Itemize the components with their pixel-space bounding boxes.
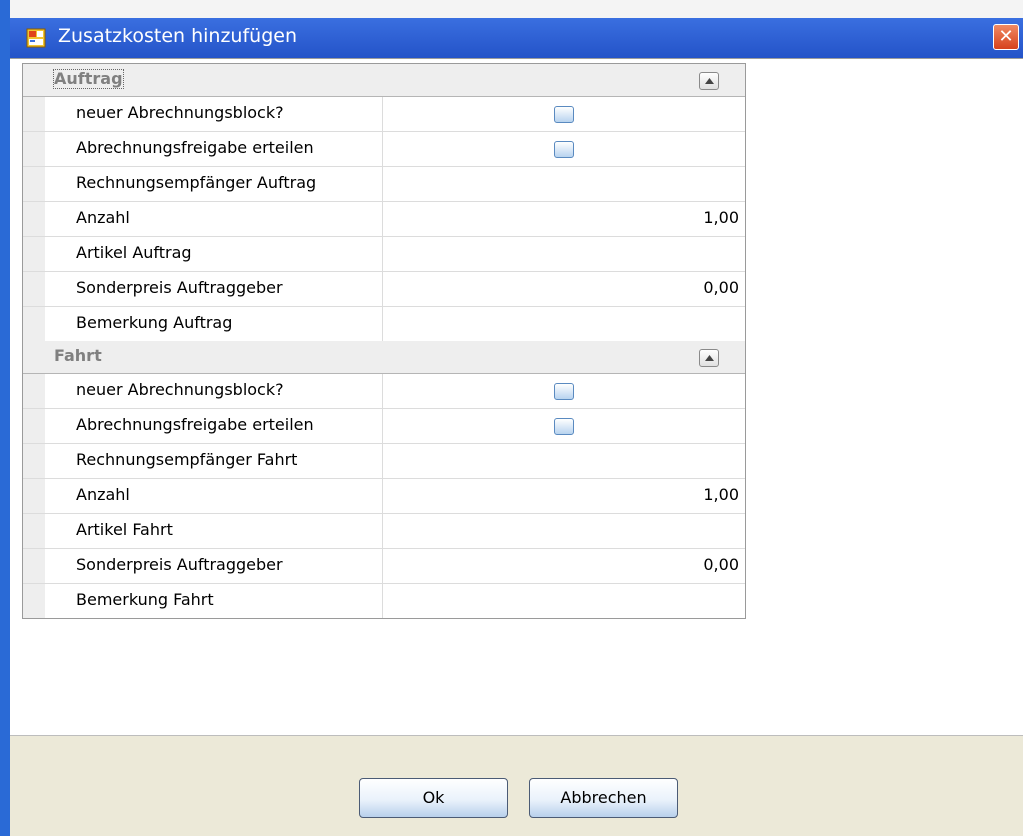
property-name: neuer Abrechnungsblock? (45, 374, 383, 408)
property-name: Rechnungsempfänger Fahrt (45, 444, 383, 478)
row-indent (23, 237, 45, 271)
property-value[interactable]: 0,00 (383, 549, 745, 583)
property-row[interactable]: Rechnungsempfänger Auftrag (23, 167, 745, 202)
checkbox[interactable] (554, 106, 574, 123)
dialog-content: Auftrag neuer Abrechnungsblock? Abrechnung… (10, 58, 1023, 736)
dialog-window: Zusatzkosten hinzufügen ✕ Auftrag neuer A… (10, 0, 1023, 836)
row-indent (23, 272, 45, 306)
property-value[interactable] (383, 514, 745, 548)
chevron-up-icon (705, 78, 714, 84)
property-value[interactable] (383, 584, 745, 618)
property-name: Abrechnungsfreigabe erteilen (45, 409, 383, 443)
property-name: Anzahl (45, 202, 383, 236)
property-row[interactable]: Abrechnungsfreigabe erteilen (23, 132, 745, 167)
background-window-strip (10, 0, 1023, 19)
row-indent (23, 444, 45, 478)
property-value[interactable]: 0,00 (383, 272, 745, 306)
row-indent (23, 584, 45, 618)
property-value[interactable] (383, 409, 745, 443)
property-name: neuer Abrechnungsblock? (45, 97, 383, 131)
row-indent (23, 202, 45, 236)
collapse-button[interactable] (699, 72, 719, 90)
property-name: Bemerkung Fahrt (45, 584, 383, 618)
property-row[interactable]: Sonderpreis Auftraggeber 0,00 (23, 549, 745, 584)
row-indent (23, 307, 45, 341)
row-indent (23, 97, 45, 131)
property-row[interactable]: neuer Abrechnungsblock? (23, 97, 745, 132)
property-value[interactable]: 1,00 (383, 202, 745, 236)
category-header-fahrt[interactable]: Fahrt (23, 341, 745, 374)
collapse-button[interactable] (699, 349, 719, 367)
dialog-footer: Ok Abbrechen (10, 736, 1023, 836)
title-bar[interactable]: Zusatzkosten hinzufügen ✕ (10, 18, 1023, 58)
property-value[interactable] (383, 97, 745, 131)
row-indent (23, 514, 45, 548)
property-row[interactable]: Anzahl 1,00 (23, 479, 745, 514)
row-indent (23, 549, 45, 583)
cancel-button[interactable]: Abbrechen (529, 778, 678, 818)
row-indent (23, 167, 45, 201)
property-name: Sonderpreis Auftraggeber (45, 272, 383, 306)
property-row[interactable]: Sonderpreis Auftraggeber 0,00 (23, 272, 745, 307)
ok-button[interactable]: Ok (359, 778, 508, 818)
row-indent (23, 132, 45, 166)
property-name: Sonderpreis Auftraggeber (45, 549, 383, 583)
property-name: Anzahl (45, 479, 383, 513)
category-label: Auftrag (53, 69, 124, 89)
close-button[interactable]: ✕ (993, 24, 1019, 50)
property-name: Abrechnungsfreigabe erteilen (45, 132, 383, 166)
property-row[interactable]: Artikel Auftrag (23, 237, 745, 272)
row-indent (23, 374, 45, 408)
row-indent (23, 409, 45, 443)
property-row[interactable]: Rechnungsempfänger Fahrt (23, 444, 745, 479)
property-value[interactable] (383, 444, 745, 478)
checkbox[interactable] (554, 141, 574, 158)
category-header-auftrag[interactable]: Auftrag (23, 64, 745, 97)
property-value[interactable] (383, 307, 745, 341)
property-value[interactable] (383, 132, 745, 166)
category-label: Fahrt (54, 346, 102, 365)
property-grid: Auftrag neuer Abrechnungsblock? Abrechnung… (22, 63, 746, 619)
property-name: Bemerkung Auftrag (45, 307, 383, 341)
property-value[interactable] (383, 167, 745, 201)
checkbox[interactable] (554, 383, 574, 400)
checkbox[interactable] (554, 418, 574, 435)
property-value[interactable] (383, 237, 745, 271)
property-row[interactable]: Anzahl 1,00 (23, 202, 745, 237)
property-row[interactable]: neuer Abrechnungsblock? (23, 374, 745, 409)
chevron-up-icon (705, 355, 714, 361)
property-row[interactable]: Bemerkung Auftrag (23, 307, 745, 341)
row-indent (23, 479, 45, 513)
property-name: Artikel Auftrag (45, 237, 383, 271)
app-window-icon (26, 28, 46, 48)
property-name: Rechnungsempfänger Auftrag (45, 167, 383, 201)
property-value[interactable]: 1,00 (383, 479, 745, 513)
close-icon: ✕ (998, 26, 1014, 47)
property-row[interactable]: Artikel Fahrt (23, 514, 745, 549)
property-row[interactable]: Abrechnungsfreigabe erteilen (23, 409, 745, 444)
property-value[interactable] (383, 374, 745, 408)
property-row[interactable]: Bemerkung Fahrt (23, 584, 745, 618)
window-title: Zusatzkosten hinzufügen (58, 25, 297, 47)
property-name: Artikel Fahrt (45, 514, 383, 548)
